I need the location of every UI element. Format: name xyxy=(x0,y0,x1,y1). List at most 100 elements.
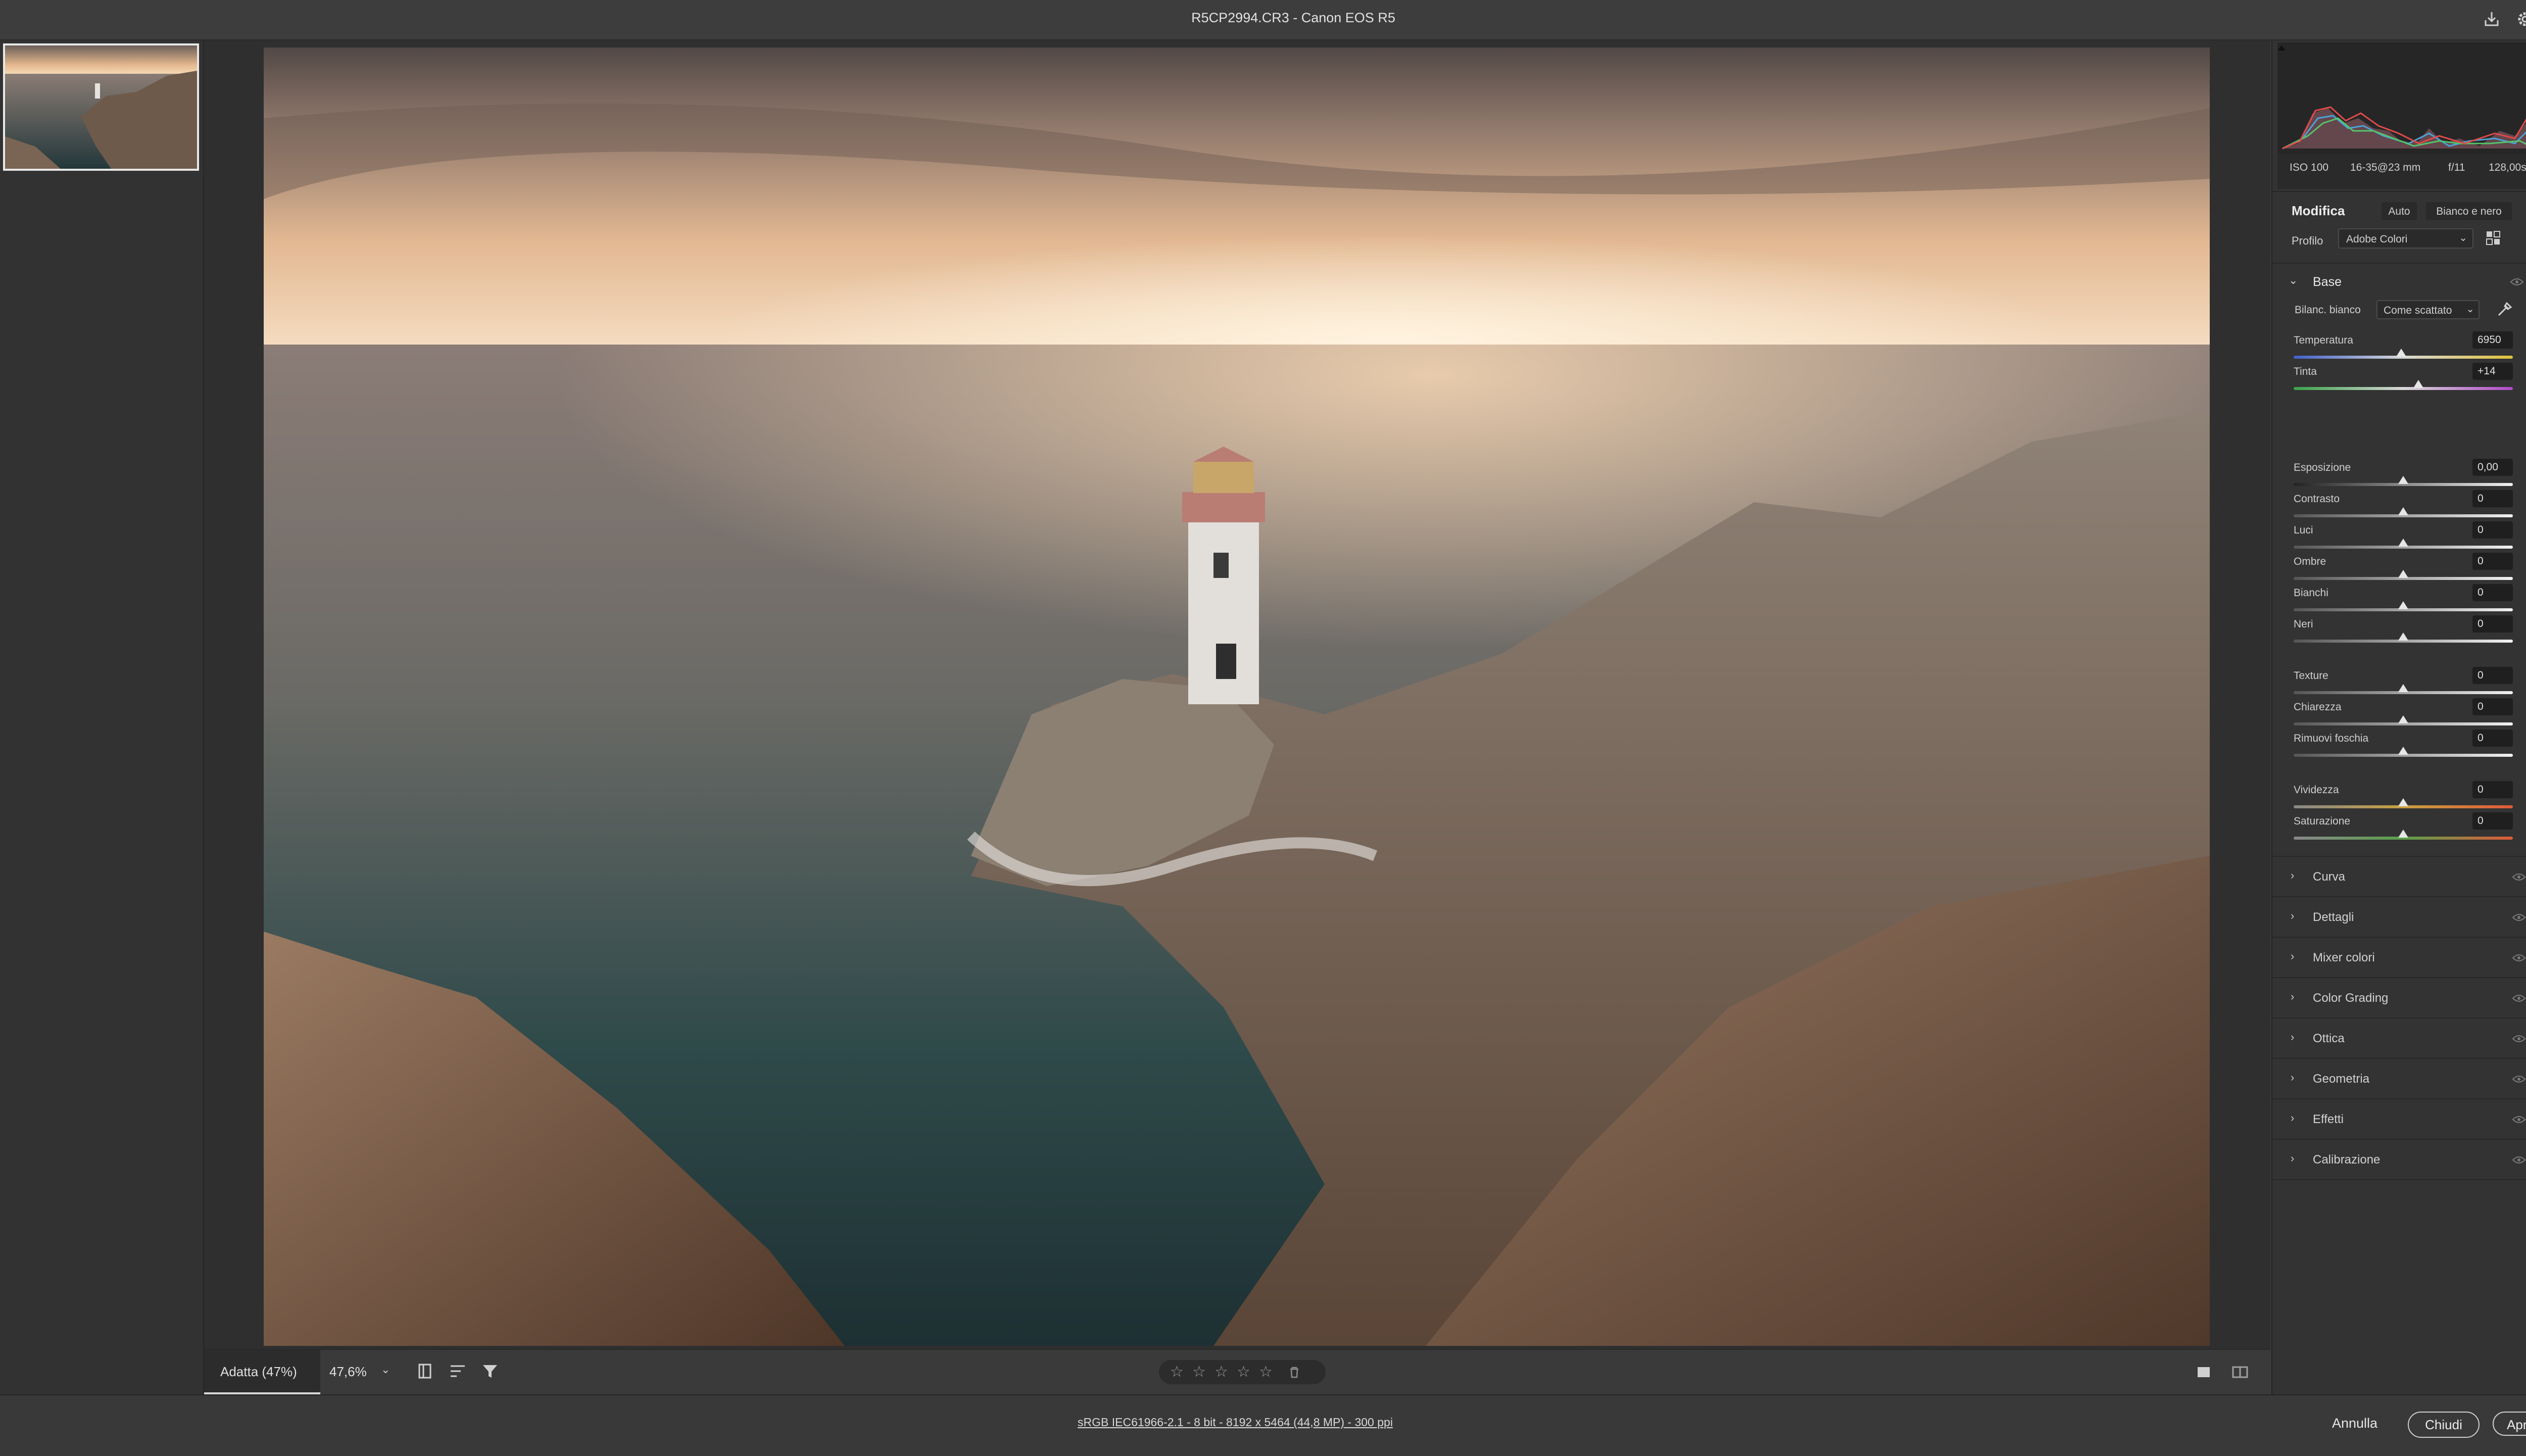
profile-select[interactable]: Adobe Colori ⌄ xyxy=(2338,228,2473,249)
sort-icon[interactable] xyxy=(449,1362,467,1380)
section-geometria[interactable]: › Geometria xyxy=(2272,1058,2526,1098)
slider-value-field[interactable]: 0 xyxy=(2472,781,2513,798)
slider-thumb[interactable] xyxy=(2398,539,2408,547)
slider-tinta[interactable]: Tinta +14 xyxy=(2294,363,2513,397)
section-mixer-colori[interactable]: › Mixer colori xyxy=(2272,937,2526,977)
slider-label: Bianchi xyxy=(2294,587,2328,599)
exif-shutter: 128,00s xyxy=(2489,162,2526,173)
section-ottica[interactable]: › Ottica xyxy=(2272,1017,2526,1058)
section-calibrazione[interactable]: › Calibrazione xyxy=(2272,1139,2526,1180)
slider-thumb[interactable] xyxy=(2396,349,2406,357)
slider-value-field[interactable]: 0 xyxy=(2472,584,2513,601)
visibility-eye-icon[interactable] xyxy=(2512,1115,2526,1124)
auto-button[interactable]: Auto xyxy=(2382,202,2417,220)
section-title: Ottica xyxy=(2313,1032,2345,1045)
slider-value-field[interactable]: 0 xyxy=(2472,521,2513,539)
single-view-icon[interactable] xyxy=(2195,1363,2213,1381)
slider-value-field[interactable]: 0 xyxy=(2472,553,2513,570)
slider-label: Rimuovi foschia xyxy=(2294,733,2369,744)
chevron-right-icon: › xyxy=(2291,1071,2295,1084)
profile-browser-icon[interactable] xyxy=(2485,229,2503,248)
slider-neri[interactable]: Neri 0 xyxy=(2294,615,2513,650)
slider-value-field[interactable]: 0 xyxy=(2472,812,2513,830)
slider-thumb[interactable] xyxy=(2398,747,2408,755)
section-color-grading[interactable]: › Color Grading xyxy=(2272,977,2526,1017)
rating-star-4[interactable]: ☆ xyxy=(1237,1363,1250,1381)
slider-thumb[interactable] xyxy=(2398,507,2408,515)
slider-value-field[interactable]: +14 xyxy=(2472,363,2513,380)
filmstrip-toggle-icon[interactable] xyxy=(416,1362,434,1380)
section-title: Color Grading xyxy=(2313,991,2389,1005)
edit-title: Modifica xyxy=(2292,203,2345,218)
slider-ombre[interactable]: Ombre 0 xyxy=(2294,553,2513,587)
workflow-options-link[interactable]: sRGB IEC61966-2.1 - 8 bit - 8192 x 5464 … xyxy=(0,1416,2470,1429)
slider-temperatura[interactable]: Temperatura 6950 xyxy=(2294,331,2513,366)
white-balance-value: Come scattato xyxy=(2384,305,2452,316)
open-button[interactable]: Apri xyxy=(2493,1412,2526,1436)
slider-thumb[interactable] xyxy=(2413,380,2424,388)
section-effetti[interactable]: › Effetti xyxy=(2272,1098,2526,1139)
photo-preview[interactable] xyxy=(264,47,2210,1346)
slider-value-field[interactable]: 6950 xyxy=(2472,331,2513,349)
slider-texture[interactable]: Texture 0 xyxy=(2294,667,2513,701)
section-dettagli[interactable]: › Dettagli xyxy=(2272,896,2526,937)
slider-thumb[interactable] xyxy=(2398,830,2408,838)
visibility-eye-icon[interactable] xyxy=(2512,913,2526,921)
visibility-eye-icon[interactable] xyxy=(2512,873,2526,881)
slider-vividezza[interactable]: Vividezza 0 xyxy=(2294,781,2513,815)
slider-thumb[interactable] xyxy=(2398,570,2408,578)
slider-esposizione[interactable]: Esposizione 0,00 xyxy=(2294,459,2513,493)
gear-icon[interactable] xyxy=(2515,9,2526,29)
slider-value-field[interactable]: 0 xyxy=(2472,730,2513,747)
filter-icon[interactable] xyxy=(481,1362,499,1380)
slider-chiarezza[interactable]: Chiarezza 0 xyxy=(2294,698,2513,733)
slider-label: Contrasto xyxy=(2294,493,2340,505)
zoom-value[interactable]: 47,6% xyxy=(329,1364,367,1380)
section-base-header[interactable]: ⌄ Base xyxy=(2272,263,2526,299)
save-icon[interactable] xyxy=(2482,9,2502,29)
visibility-eye-icon[interactable] xyxy=(2512,954,2526,962)
slider-value-field[interactable]: 0,00 xyxy=(2472,459,2513,476)
filmstrip-thumbnail[interactable] xyxy=(3,43,199,171)
cancel-button[interactable]: Annulla xyxy=(2332,1416,2377,1431)
slider-value-field[interactable]: 0 xyxy=(2472,698,2513,715)
slider-rimuovi-foschia[interactable]: Rimuovi foschia 0 xyxy=(2294,730,2513,764)
slider-thumb[interactable] xyxy=(2398,476,2408,484)
slider-contrasto[interactable]: Contrasto 0 xyxy=(2294,490,2513,524)
slider-thumb[interactable] xyxy=(2398,601,2408,609)
chevron-down-icon: ⌄ xyxy=(2289,274,2298,286)
rating-star-5[interactable]: ☆ xyxy=(1259,1363,1273,1381)
white-balance-label: Bilanc. bianco xyxy=(2295,304,2361,316)
slider-thumb[interactable] xyxy=(2398,684,2408,692)
visibility-eye-icon[interactable] xyxy=(2512,1075,2526,1083)
slider-luci[interactable]: Luci 0 xyxy=(2294,521,2513,556)
slider-thumb[interactable] xyxy=(2398,798,2408,806)
slider-track[interactable] xyxy=(2294,387,2513,390)
zoom-dropdown-chevron-icon[interactable]: ⌄ xyxy=(381,1363,390,1376)
slider-label: Texture xyxy=(2294,670,2328,682)
visibility-eye-icon[interactable] xyxy=(2512,994,2526,1002)
profile-label: Profilo xyxy=(2292,234,2323,247)
visibility-eye-icon[interactable] xyxy=(2512,1035,2526,1043)
section-curva[interactable]: › Curva xyxy=(2272,856,2526,896)
slider-value-field[interactable]: 0 xyxy=(2472,667,2513,684)
rating-star-1[interactable]: ☆ xyxy=(1170,1363,1184,1381)
slider-saturazione[interactable]: Saturazione 0 xyxy=(2294,812,2513,847)
black-white-button[interactable]: Bianco e nero xyxy=(2426,202,2512,220)
visibility-eye-icon[interactable] xyxy=(2512,1156,2526,1164)
eyedropper-icon[interactable] xyxy=(2496,300,2514,318)
trash-icon[interactable] xyxy=(1287,1365,1301,1379)
compare-view-icon[interactable] xyxy=(2231,1363,2249,1381)
slider-bianchi[interactable]: Bianchi 0 xyxy=(2294,584,2513,618)
slider-thumb[interactable] xyxy=(2398,633,2408,641)
rating-star-3[interactable]: ☆ xyxy=(1215,1363,1228,1381)
white-balance-select[interactable]: Come scattato ⌄ xyxy=(2376,300,2480,319)
slider-thumb[interactable] xyxy=(2398,715,2408,723)
slider-value-field[interactable]: 0 xyxy=(2472,615,2513,633)
close-button[interactable]: Chiudi xyxy=(2408,1412,2480,1438)
visibility-eye-icon[interactable] xyxy=(2510,278,2524,286)
slider-value-field[interactable]: 0 xyxy=(2472,490,2513,507)
rating-star-2[interactable]: ☆ xyxy=(1192,1363,1206,1381)
zoom-fit-button[interactable]: Adatta (47%) xyxy=(204,1350,320,1394)
open-button-label: Apri xyxy=(2507,1417,2526,1432)
